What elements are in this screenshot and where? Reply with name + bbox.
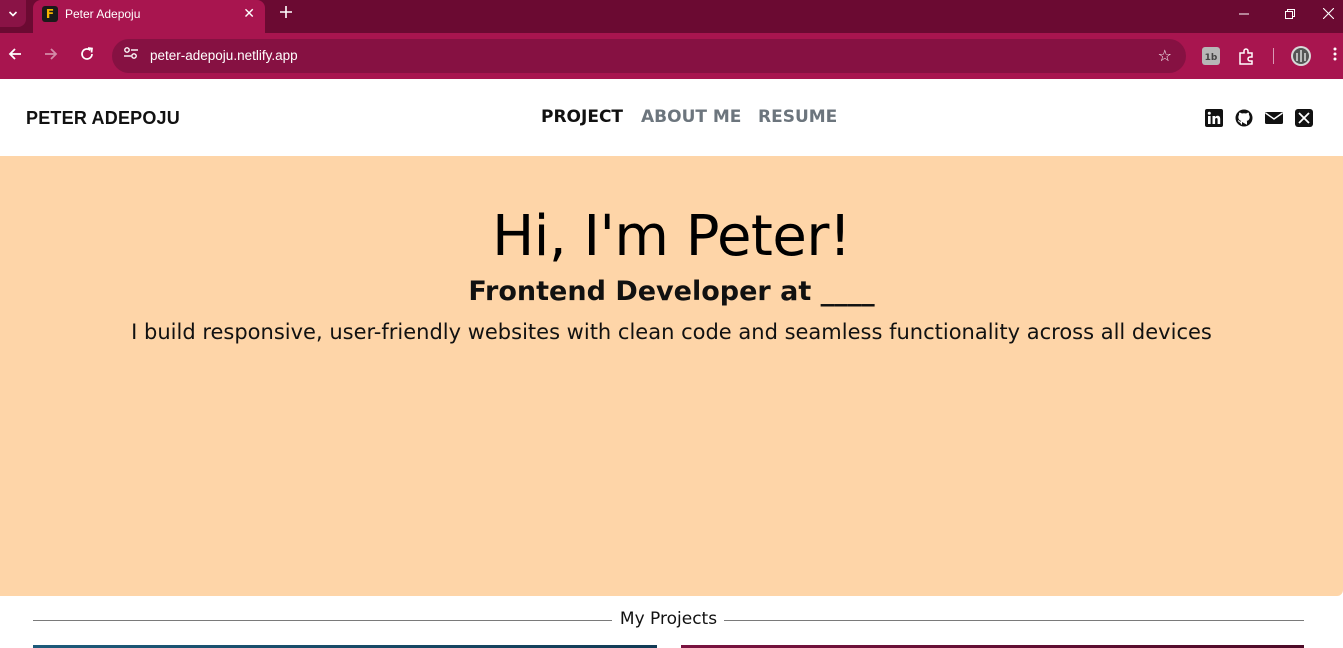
- projects-section-header: My Projects: [33, 606, 1304, 632]
- hero-subheading: Frontend Developer at ____: [468, 276, 875, 307]
- profile-avatar[interactable]: [1290, 45, 1312, 67]
- projects-section-title: My Projects: [619, 609, 718, 629]
- bookmark-star-icon[interactable]: ☆: [1158, 45, 1172, 67]
- arrow-left-icon: [8, 48, 21, 60]
- chevron-down-icon: [8, 10, 18, 17]
- reload-button[interactable]: [76, 45, 98, 67]
- toolbar-divider: [1273, 48, 1274, 64]
- new-tab-button[interactable]: [276, 3, 296, 23]
- site-favicon-icon: F: [42, 6, 58, 22]
- close-icon: [1322, 8, 1334, 19]
- browser-menu-button[interactable]: [1326, 45, 1343, 67]
- minimize-icon: [1239, 13, 1249, 14]
- site-header: PETER ADEPOJU PROJECT ABOUT ME RESUME: [0, 79, 1343, 156]
- browser-toolbar: peter-adepoju.netlify.app ☆ 1b: [0, 33, 1343, 79]
- tab-search-button[interactable]: [0, 0, 26, 27]
- restore-button[interactable]: [1267, 0, 1313, 27]
- svg-text:1b: 1b: [1205, 53, 1218, 63]
- hero-section: Hi, I'm Peter! Frontend Developer at ___…: [0, 156, 1343, 596]
- site-brand[interactable]: PETER ADEPOJU: [26, 108, 180, 129]
- url-text: peter-adepoju.netlify.app: [150, 48, 298, 63]
- more-vertical-icon: [1333, 47, 1336, 61]
- arrow-right-icon: [45, 48, 58, 60]
- site-info-icon[interactable]: [120, 45, 142, 67]
- extensions-puzzle-icon[interactable]: [1237, 46, 1257, 66]
- restore-icon: [1285, 8, 1295, 19]
- browser-tab-bar: F Peter Adepoju ✕: [0, 0, 1343, 33]
- mail-icon[interactable]: [1265, 109, 1283, 127]
- hero-heading: Hi, I'm Peter!: [492, 204, 851, 269]
- browser-tab[interactable]: F Peter Adepoju ✕: [33, 0, 265, 33]
- address-bar[interactable]: peter-adepoju.netlify.app ☆: [112, 39, 1186, 73]
- forward-button[interactable]: [40, 45, 62, 67]
- extension-icon[interactable]: 1b: [1201, 46, 1221, 66]
- x-twitter-icon[interactable]: [1295, 109, 1313, 127]
- github-icon[interactable]: [1235, 109, 1253, 127]
- nav-resume[interactable]: RESUME: [758, 107, 837, 127]
- close-tab-icon[interactable]: ✕: [243, 6, 255, 22]
- nav-about-me[interactable]: ABOUT ME: [641, 107, 741, 127]
- minimize-button[interactable]: [1221, 0, 1267, 27]
- plus-icon: [280, 6, 292, 18]
- linkedin-icon[interactable]: [1205, 109, 1223, 127]
- section-divider-right: [724, 620, 1304, 621]
- back-button[interactable]: [4, 45, 26, 67]
- close-window-button[interactable]: [1313, 0, 1343, 27]
- tab-title: Peter Adepoju: [65, 7, 141, 21]
- nav-project[interactable]: PROJECT: [541, 107, 623, 127]
- hero-tagline: I build responsive, user-friendly websit…: [131, 320, 1212, 344]
- reload-icon: [81, 47, 93, 60]
